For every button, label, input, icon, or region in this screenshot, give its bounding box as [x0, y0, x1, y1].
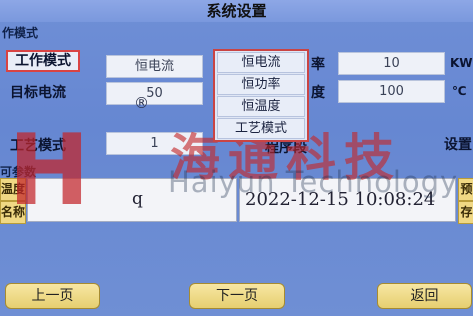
preset-tab[interactable]: 预: [458, 178, 473, 201]
back-button[interactable]: 返回: [377, 283, 472, 309]
dropdown-option-constant-current[interactable]: 恒电流: [217, 52, 305, 73]
name-value: q: [132, 189, 143, 209]
power-unit: KW: [450, 56, 473, 70]
work-mode-label: 工作模式: [6, 50, 80, 72]
power-label: 率: [311, 57, 325, 73]
dropdown-option-constant-temperature[interactable]: 恒温度: [217, 96, 305, 117]
store-tab[interactable]: 存: [458, 201, 473, 224]
window-title: 系统设置: [0, 0, 473, 22]
temperature-unit: ℃: [452, 84, 467, 98]
watermark-brand-en: Haiyun Technology: [168, 165, 459, 199]
screen: 系统设置 作模式 工作模式 恒电流 率 10 KW 目标电流 50 度 100 …: [0, 0, 473, 316]
temperature-label: 度: [311, 85, 325, 101]
registered-mark: ®: [134, 94, 149, 112]
power-field[interactable]: 10: [338, 52, 445, 75]
dropdown-option-constant-power[interactable]: 恒功率: [217, 74, 305, 95]
target-current-field[interactable]: 50: [106, 82, 203, 105]
settings-label: 设置: [444, 137, 472, 153]
section-title-mode: 作模式: [2, 26, 39, 40]
work-mode-select[interactable]: 恒电流: [106, 55, 203, 78]
work-mode-dropdown: 恒电流 恒功率 恒温度 工艺模式: [213, 49, 309, 142]
prev-page-button[interactable]: 上一页: [5, 283, 100, 309]
next-page-button[interactable]: 下一页: [189, 283, 285, 309]
target-current-label: 目标电流: [10, 85, 66, 101]
watermark-logo: H: [8, 114, 91, 228]
temperature-field[interactable]: 100: [338, 80, 445, 103]
dropdown-option-process-mode[interactable]: 工艺模式: [217, 118, 305, 139]
